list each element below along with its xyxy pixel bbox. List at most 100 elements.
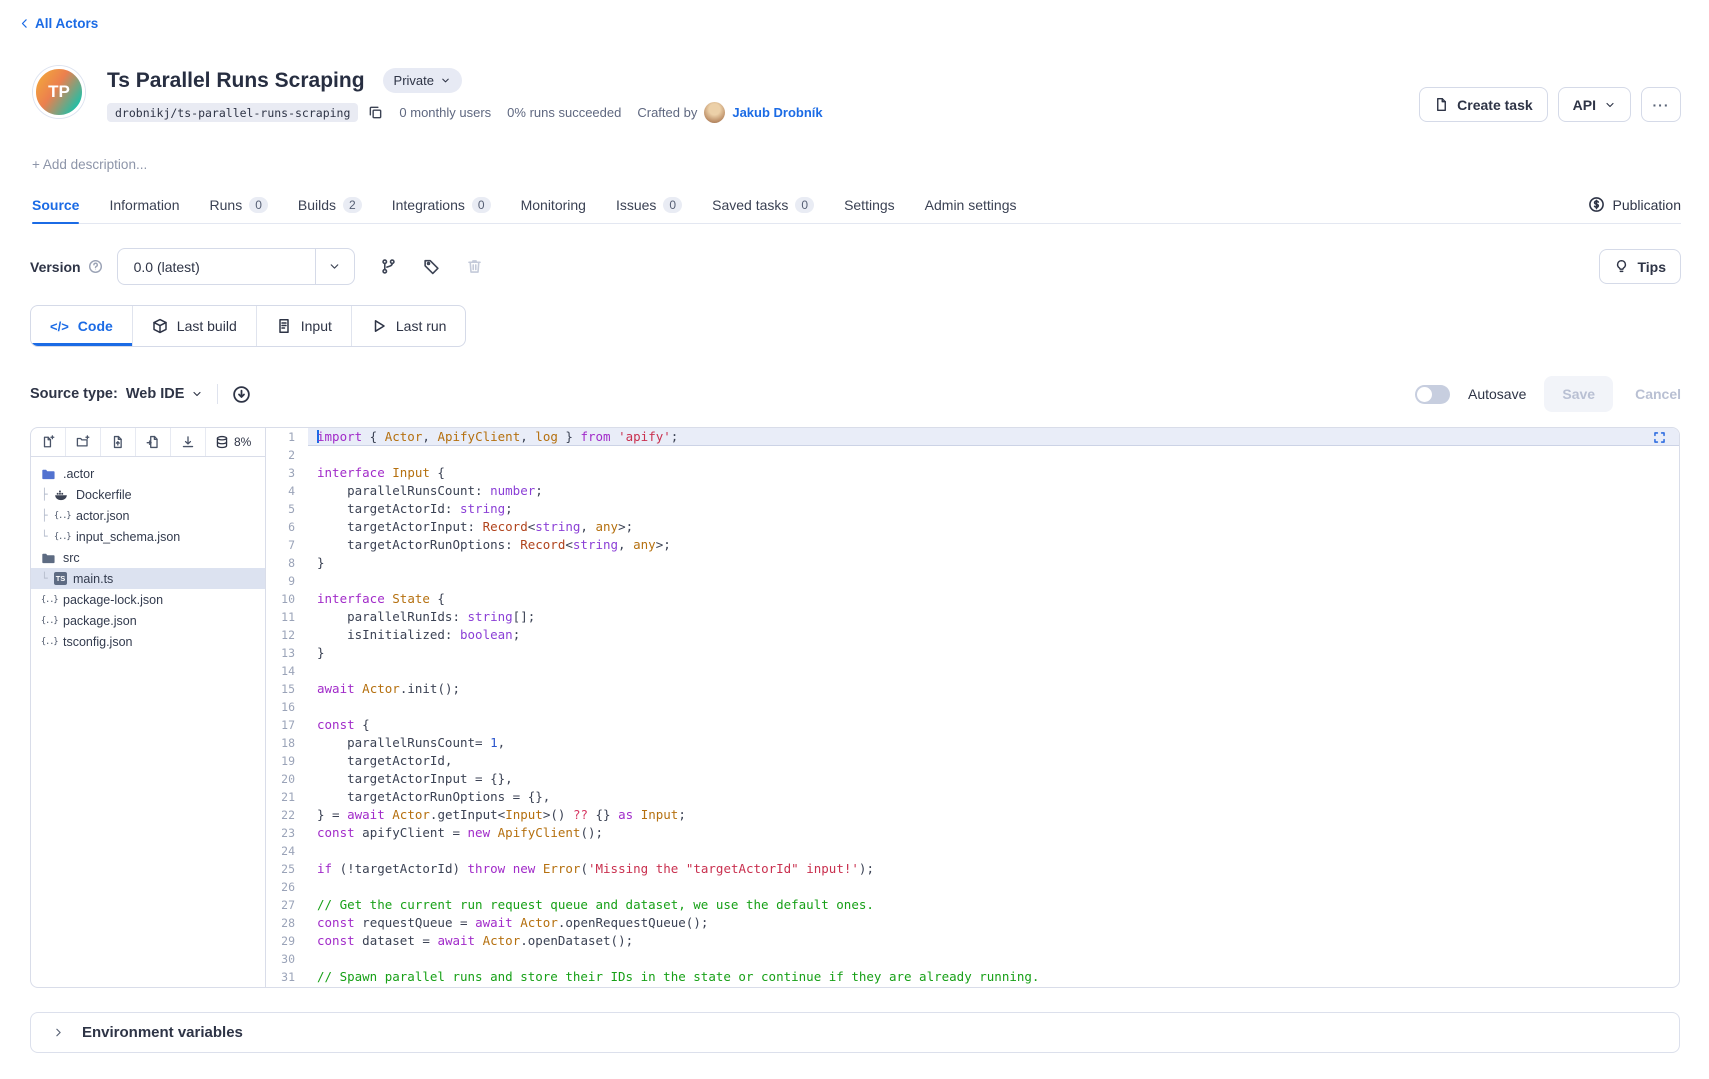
code-line[interactable]: 11 parallelRunIds: string[];	[266, 608, 1679, 626]
tab-integrations[interactable]: Integrations0	[392, 186, 491, 223]
code-line[interactable]: 31// Spawn parallel runs and store their…	[266, 968, 1679, 986]
tab-saved-tasks[interactable]: Saved tasks0	[712, 186, 814, 223]
code-line[interactable]: 29const dataset = await Actor.openDatase…	[266, 932, 1679, 950]
tab-issues[interactable]: Issues0	[616, 186, 682, 223]
file-tree-item-actor-json[interactable]: ├{..}actor.json	[31, 505, 265, 526]
tab-runs[interactable]: Runs0	[210, 186, 268, 223]
code-editor[interactable]: 1import { Actor, ApifyClient, log } from…	[266, 428, 1679, 987]
new-file-button[interactable]	[31, 428, 66, 456]
code-line[interactable]: 17const {	[266, 716, 1679, 734]
tab-label: Saved tasks	[712, 197, 788, 213]
copy-icon[interactable]	[368, 105, 383, 120]
code-line[interactable]: 8}	[266, 554, 1679, 572]
new-folder-button[interactable]	[66, 428, 101, 456]
file-tree-item-dockerfile[interactable]: ├Dockerfile	[31, 484, 265, 505]
upload-file-button[interactable]	[101, 428, 136, 456]
tips-button[interactable]: Tips	[1599, 249, 1681, 284]
code-line[interactable]: 27// Get the current run request queue a…	[266, 896, 1679, 914]
code-line[interactable]: 28const requestQueue = await Actor.openR…	[266, 914, 1679, 932]
code-line[interactable]: 14	[266, 662, 1679, 680]
tab-monitoring[interactable]: Monitoring	[521, 186, 586, 223]
tab-label: Admin settings	[925, 197, 1017, 213]
code-line[interactable]: 4 parallelRunsCount: number;	[266, 482, 1679, 500]
crafted-by: Crafted by Jakub Drobník	[637, 102, 822, 123]
api-button[interactable]: API	[1558, 87, 1631, 122]
code-line[interactable]: 21 targetActorRunOptions = {},	[266, 788, 1679, 806]
tab-settings[interactable]: Settings	[844, 186, 895, 223]
more-button[interactable]: ···	[1641, 87, 1681, 122]
ellipsis-icon: ···	[1653, 97, 1670, 113]
trash-icon[interactable]	[466, 258, 483, 275]
line-number: 28	[266, 914, 308, 932]
code-line[interactable]: 2	[266, 446, 1679, 464]
code-line-content: if (!targetActorId) throw new Error('Mis…	[308, 860, 1679, 878]
tab-source[interactable]: Source	[32, 186, 79, 223]
subtab-last-run[interactable]: Last run	[352, 306, 466, 346]
subtab-code[interactable]: </>Code	[31, 306, 133, 346]
file-tree-item-package-json[interactable]: {..}package.json	[31, 610, 265, 631]
tab-admin-settings[interactable]: Admin settings	[925, 186, 1017, 223]
tab-information[interactable]: Information	[109, 186, 179, 223]
code-line[interactable]: 7 targetActorRunOptions: Record<string, …	[266, 536, 1679, 554]
code-editor-card: 8% .actor├Dockerfile├{..}actor.json└{..}…	[30, 427, 1680, 988]
source-type-value: Web IDE	[126, 386, 185, 402]
cancel-button[interactable]: Cancel	[1635, 386, 1681, 402]
code-line[interactable]: 26	[266, 878, 1679, 896]
download-files-button[interactable]	[171, 428, 206, 456]
code-line-content: } = await Actor.getInput<Input>() ?? {} …	[308, 806, 1679, 824]
code-line[interactable]: 30	[266, 950, 1679, 968]
file-tree-item-src[interactable]: src	[31, 547, 265, 568]
code-line[interactable]: 9	[266, 572, 1679, 590]
download-source-icon[interactable]	[232, 385, 251, 404]
code-line[interactable]: 20 targetActorInput = {},	[266, 770, 1679, 788]
code-line[interactable]: 3interface Input {	[266, 464, 1679, 482]
code-line[interactable]: 23const apifyClient = new ApifyClient();	[266, 824, 1679, 842]
add-description-link[interactable]: + Add description...	[32, 157, 147, 172]
create-task-label: Create task	[1457, 97, 1533, 113]
save-button[interactable]: Save	[1544, 376, 1613, 412]
subtab-last-build[interactable]: Last build	[133, 306, 257, 346]
source-type-select[interactable]: Web IDE	[126, 386, 204, 402]
tab-label: Integrations	[392, 197, 465, 213]
publication-link[interactable]: Publication	[1588, 196, 1682, 213]
visibility-dropdown[interactable]: Private	[383, 68, 462, 93]
code-line[interactable]: 13}	[266, 644, 1679, 662]
code-line[interactable]: 10interface State {	[266, 590, 1679, 608]
fullscreen-icon[interactable]	[1653, 431, 1666, 444]
code-line[interactable]: 6 targetActorInput: Record<string, any>;	[266, 518, 1679, 536]
tag-icon[interactable]	[423, 258, 440, 275]
git-branch-icon[interactable]	[380, 258, 397, 275]
breadcrumb-all-actors[interactable]: All Actors	[18, 16, 98, 31]
subtab-input[interactable]: Input	[257, 306, 352, 346]
version-select[interactable]: 0.0 (latest)	[117, 248, 355, 285]
code-line[interactable]: 16	[266, 698, 1679, 716]
code-line[interactable]: 22} = await Actor.getInput<Input>() ?? {…	[266, 806, 1679, 824]
file-tree-item--actor[interactable]: .actor	[31, 463, 265, 484]
autosave-toggle[interactable]	[1415, 385, 1450, 404]
code-line[interactable]: 5 targetActorId: string;	[266, 500, 1679, 518]
file-tree-item-input-schema-json[interactable]: └{..}input_schema.json	[31, 526, 265, 547]
code-line[interactable]: 1import { Actor, ApifyClient, log } from…	[266, 428, 1679, 446]
author-link[interactable]: Jakub Drobník	[732, 105, 822, 120]
code-line-content: }	[308, 644, 1679, 662]
code-line[interactable]: 18 parallelRunsCount= 1,	[266, 734, 1679, 752]
import-file-button[interactable]	[136, 428, 171, 456]
tab-builds[interactable]: Builds2	[298, 186, 362, 223]
line-number: 4	[266, 482, 308, 500]
storage-percent: 8%	[234, 435, 251, 449]
code-line-content: const {	[308, 716, 1679, 734]
file-tree-item-tsconfig-json[interactable]: {..}tsconfig.json	[31, 631, 265, 652]
code-line[interactable]: 24	[266, 842, 1679, 860]
file-tree-item-main-ts[interactable]: └TSmain.ts	[31, 568, 265, 589]
stat-runs-succeeded: 0% runs succeeded	[507, 105, 621, 120]
tab-label: Runs	[210, 197, 243, 213]
code-line[interactable]: 25if (!targetActorId) throw new Error('M…	[266, 860, 1679, 878]
help-icon[interactable]	[88, 259, 103, 274]
code-line[interactable]: 15await Actor.init();	[266, 680, 1679, 698]
code-line[interactable]: 19 targetActorId,	[266, 752, 1679, 770]
environment-variables-section[interactable]: Environment variables	[30, 1012, 1680, 1053]
code-line[interactable]: 12 isInitialized: boolean;	[266, 626, 1679, 644]
create-task-button[interactable]: Create task	[1419, 87, 1548, 122]
line-number: 11	[266, 608, 308, 626]
file-tree-item-package-lock-json[interactable]: {..}package-lock.json	[31, 589, 265, 610]
